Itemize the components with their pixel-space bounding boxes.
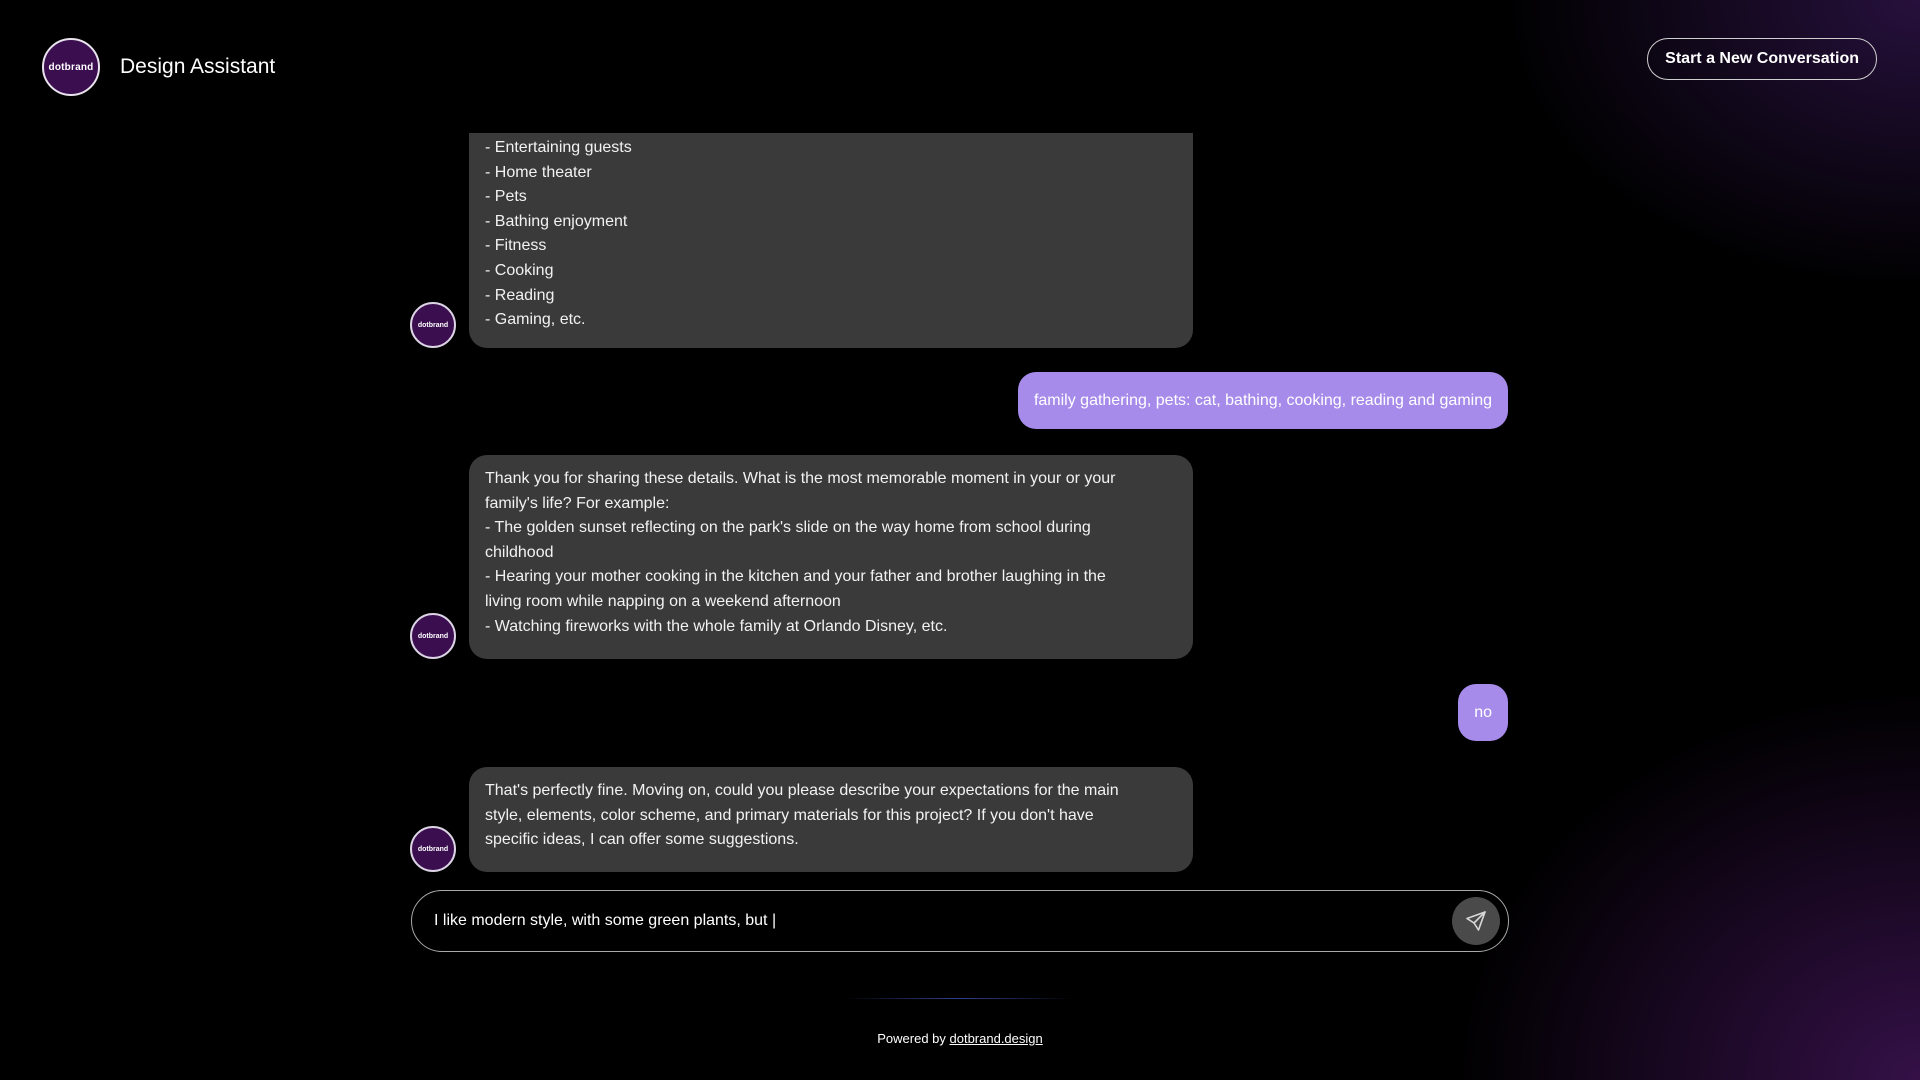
assistant-avatar: dotbrand (410, 302, 456, 348)
start-new-conversation-button[interactable]: Start a New Conversation (1647, 38, 1877, 80)
message-line: - Fitness (485, 237, 547, 255)
message-line: - Hearing your mother cooking in the kit… (485, 568, 1106, 586)
user-message-text: family gathering, pets: cat, bathing, co… (1033, 391, 1492, 409)
footer-prefix: Powered by (877, 1031, 950, 1046)
message-line: - Reading (485, 286, 555, 304)
assistant-message: - Entertaining guests - Home theater - P… (469, 133, 1193, 348)
message-line: - Home theater (485, 163, 592, 181)
message-line: - The golden sunset reflecting on the pa… (485, 519, 1091, 537)
user-message-text: no (1474, 703, 1492, 721)
message-line: - Gaming, etc. (485, 311, 586, 329)
assistant-avatar: dotbrand (410, 826, 456, 872)
user-message: no (1458, 684, 1508, 741)
message-line: - Watching fireworks with the whole fami… (485, 617, 948, 635)
message-line: - Entertaining guests (485, 139, 632, 156)
message-line: childhood (485, 543, 554, 561)
message-line: - Cooking (485, 261, 554, 279)
paper-plane-icon (1466, 911, 1486, 931)
message-line: specific ideas, I can offer some suggest… (485, 831, 799, 849)
message-input[interactable] (432, 905, 1452, 937)
message-line: living room while napping on a weekend a… (485, 592, 841, 610)
message-line: family's life? For example: (485, 494, 670, 512)
message-line: Thank you for sharing these details. Wha… (485, 470, 1116, 487)
send-button[interactable] (1452, 897, 1500, 945)
divider (845, 998, 1073, 999)
assistant-avatar: dotbrand (410, 613, 456, 659)
brand-logo: dotbrand (42, 38, 100, 96)
avatar-text: dotbrand (417, 845, 449, 853)
footer-link[interactable]: dotbrand.design (950, 1031, 1043, 1046)
message-line: style, elements, color scheme, and prima… (485, 806, 1094, 824)
user-message: family gathering, pets: cat, bathing, co… (1017, 372, 1508, 429)
assistant-message: That's perfectly fine. Moving on, could … (469, 767, 1193, 872)
brand-header: dotbrand Design Assistant (42, 38, 275, 96)
message-composer (411, 890, 1509, 952)
message-line: - Pets (485, 188, 527, 206)
chat-page: dotbrand Design Assistant Start a New Co… (0, 0, 1920, 1080)
footer: Powered by dotbrand.design (0, 1031, 1920, 1046)
avatar-text: dotbrand (417, 321, 449, 329)
brand-logo-text: dotbrand (48, 61, 94, 73)
assistant-message: Thank you for sharing these details. Wha… (469, 455, 1193, 659)
app-title: Design Assistant (120, 55, 276, 78)
message-line: - Bathing enjoyment (485, 212, 628, 230)
avatar-text: dotbrand (417, 632, 449, 640)
message-line: That's perfectly fine. Moving on, could … (485, 782, 1119, 799)
